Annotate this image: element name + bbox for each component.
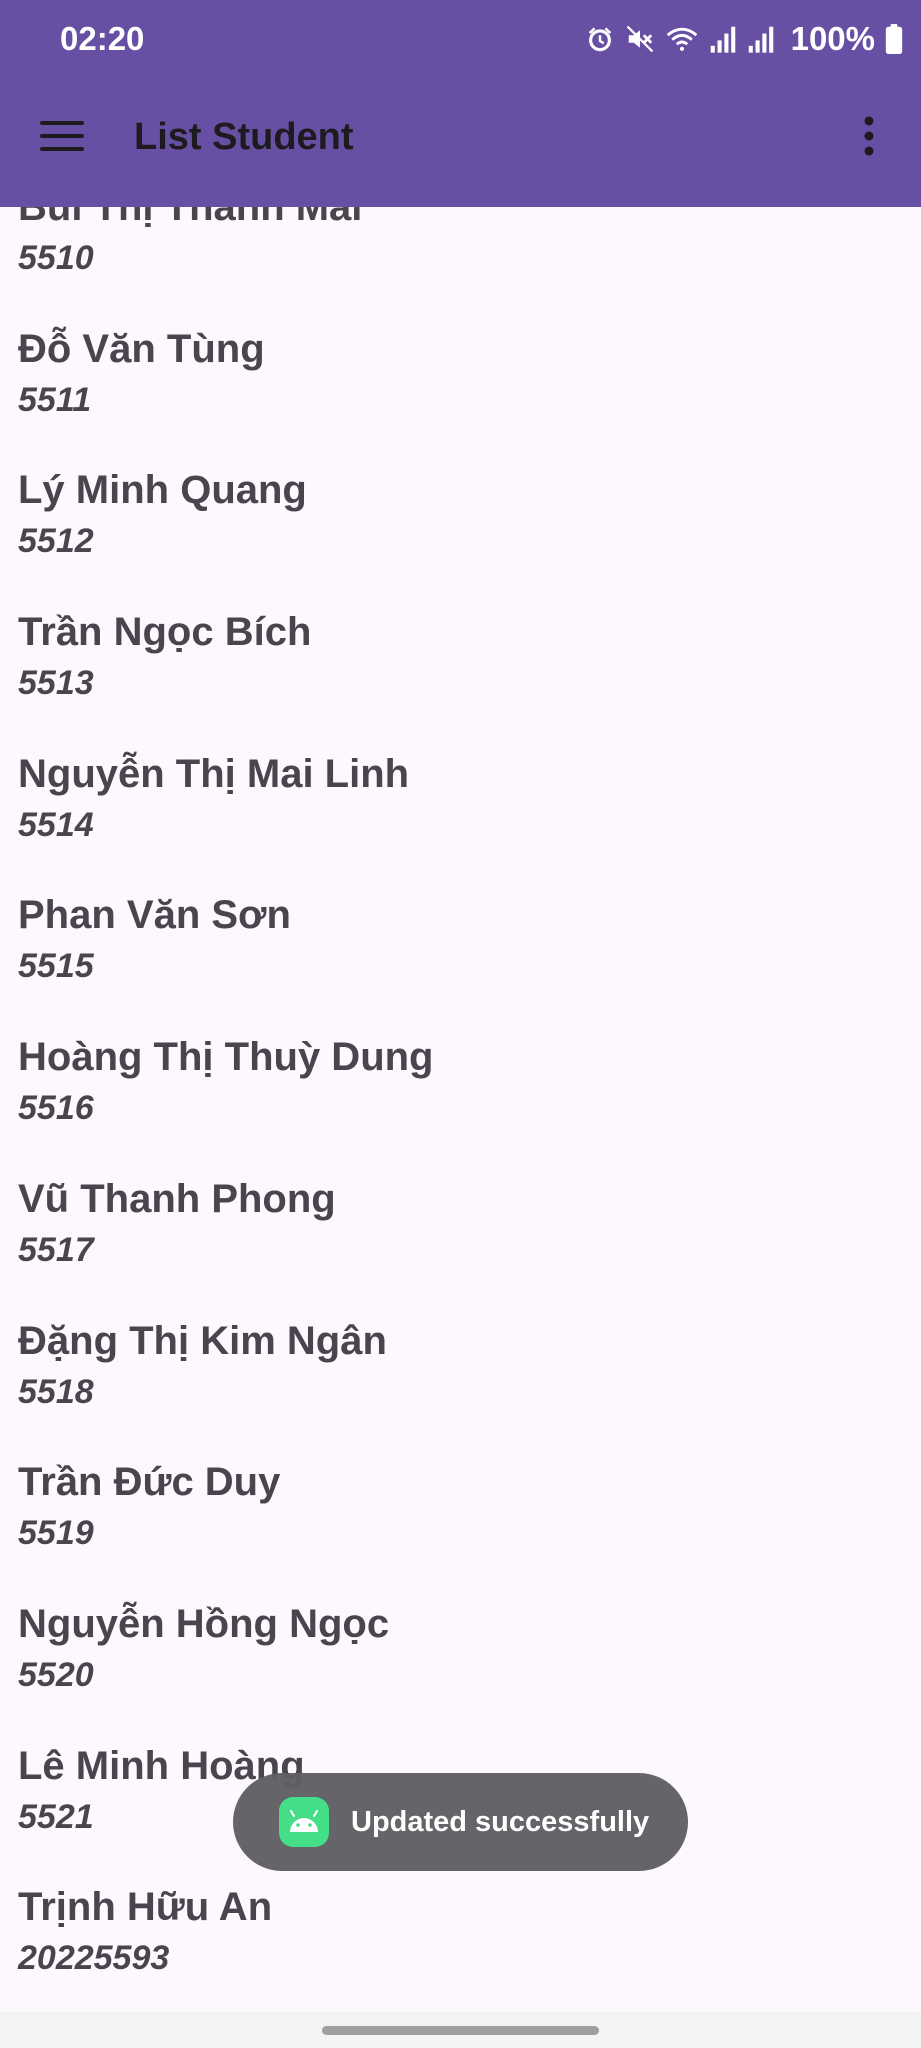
student-id: 5510 [18, 239, 94, 277]
app-title: List Student [134, 116, 354, 158]
system-navigation-bar [0, 2012, 921, 2048]
student-list-item[interactable]: Nguyễn Hồng Ngọc 5520 [0, 1598, 921, 1740]
student-list-item[interactable]: Đỗ Văn Tùng 5511 [0, 323, 921, 465]
student-name: Đặng Thị Kim Ngân [18, 1318, 387, 1363]
student-id: 5511 [18, 380, 92, 419]
student-name: Bùi Thị Thanh Mai [18, 207, 363, 229]
student-list-item[interactable]: Trần Đức Duy 5519 [0, 1456, 921, 1598]
home-gesture-handle[interactable] [322, 2026, 599, 2035]
alarm-icon [585, 24, 615, 54]
student-name: Trần Ngọc Bích [18, 610, 312, 655]
signal-icon [747, 24, 775, 54]
student-list-item[interactable]: Vũ Thanh Phong 5517 [0, 1173, 921, 1315]
student-id: 5521 [18, 1797, 94, 1836]
toast-message: Updated successfully [233, 1773, 688, 1871]
battery-icon [885, 24, 903, 54]
overflow-menu-button[interactable] [835, 104, 903, 172]
student-id: 5514 [18, 805, 94, 844]
student-id: 5520 [18, 1655, 94, 1694]
mute-icon [625, 24, 655, 54]
student-name: Đỗ Văn Tùng [18, 326, 265, 371]
status-icons: 100% [585, 18, 903, 60]
status-time: 02:20 [60, 20, 145, 57]
student-id: 5515 [18, 947, 94, 986]
hamburger-menu-button[interactable] [28, 104, 96, 172]
android-icon [279, 1797, 329, 1847]
student-id: 5519 [18, 1514, 94, 1553]
student-id: 5512 [18, 522, 94, 561]
student-list-item[interactable]: Trần Ngọc Bích 5513 [0, 606, 921, 748]
more-vertical-icon [863, 116, 875, 161]
student-name: Nguyễn Thị Mai Linh [18, 751, 410, 796]
student-id: 20225593 [18, 1939, 170, 1978]
student-name: Trịnh Hữu An [18, 1885, 273, 1930]
student-name: Lý Minh Quang [18, 468, 307, 513]
student-name: Nguyễn Hồng Ngọc [18, 1601, 390, 1646]
student-list-item[interactable]: Phan Văn Sơn 5515 [0, 889, 921, 1031]
student-name: Phan Văn Sơn [18, 893, 291, 938]
student-id: 5516 [18, 1089, 94, 1128]
student-name: Vũ Thanh Phong [18, 1176, 336, 1221]
student-list-content: Bùi Thị Thanh Mai 5510 Đỗ Văn Tùng 5511 … [0, 207, 921, 2012]
student-id: 5517 [18, 1230, 94, 1269]
signal-icon [709, 24, 737, 54]
hamburger-menu-icon [40, 119, 84, 158]
student-list[interactable]: Bùi Thị Thanh Mai 5510 Đỗ Văn Tùng 5511 … [0, 207, 921, 2012]
app-header: 02:20 100% List Student [0, 0, 921, 207]
student-list-item[interactable]: Đặng Thị Kim Ngân 5518 [0, 1315, 921, 1457]
student-name: Trần Đức Duy [18, 1460, 281, 1505]
student-list-item[interactable]: Bùi Thị Thanh Mai 5510 [0, 207, 921, 323]
battery-percentage: 100% [790, 20, 875, 57]
student-id: 5513 [18, 664, 94, 703]
wifi-icon [665, 24, 699, 54]
student-id: 5518 [18, 1372, 94, 1411]
student-list-item[interactable]: Nguyễn Thị Mai Linh 5514 [0, 748, 921, 890]
toast-text: Updated successfully [351, 1806, 650, 1838]
student-list-item[interactable]: Lý Minh Quang 5512 [0, 464, 921, 606]
student-name: Hoàng Thị Thuỳ Dung [18, 1035, 434, 1080]
student-list-item[interactable]: Hoàng Thị Thuỳ Dung 5516 [0, 1031, 921, 1173]
student-list-item[interactable]: Trịnh Hữu An 20225593 [0, 1881, 921, 2012]
